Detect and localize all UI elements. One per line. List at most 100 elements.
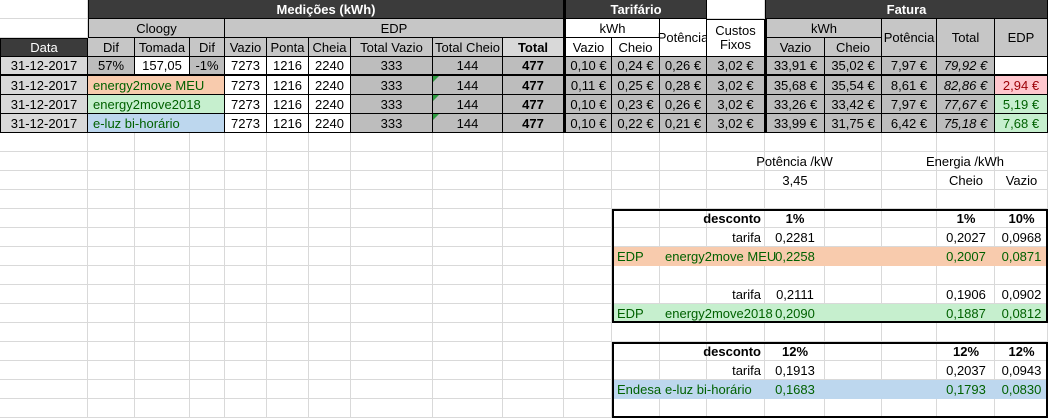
cell-tarifa-vazio[interactable]: 0,10 € [564, 114, 612, 133]
empty-cell[interactable] [882, 209, 937, 228]
cell-dif-2[interactable]: -1% [190, 57, 225, 76]
empty-cell[interactable] [564, 342, 612, 361]
empty-cell[interactable] [225, 304, 267, 323]
empty-cell[interactable] [0, 152, 88, 171]
cell-total-vazio[interactable]: 333 [351, 57, 433, 76]
cell-edp-diff[interactable] [995, 57, 1048, 76]
header-cloogy[interactable]: Cloogy [88, 19, 225, 38]
empty-cell[interactable] [825, 323, 882, 342]
header-total-cheio[interactable]: Total Cheio [433, 38, 503, 57]
empty-cell[interactable] [351, 171, 433, 190]
empty-cell[interactable] [190, 399, 225, 418]
rate-offer-potencia[interactable]: 0,1683 [765, 380, 825, 399]
cell-cheia[interactable]: 2240 [309, 76, 351, 95]
empty-cell[interactable] [0, 342, 88, 361]
cell-vazio[interactable]: 7273 [225, 114, 267, 133]
rate-desconto-potencia[interactable]: 1% [765, 209, 825, 228]
rate-energia-kwh-label[interactable]: Energia /kWh [882, 152, 1048, 171]
empty-cell[interactable] [135, 399, 190, 418]
cell-cheia[interactable]: 2240 [309, 114, 351, 133]
empty-cell[interactable] [503, 266, 564, 285]
rate-offer-vazio[interactable]: 0,0830 [995, 380, 1048, 399]
empty-cell[interactable] [660, 152, 707, 171]
empty-cell[interactable] [309, 342, 351, 361]
empty-cell[interactable] [267, 399, 309, 418]
rate-offer-name[interactable]: energy2move MEU [660, 247, 765, 266]
empty-cell[interactable] [225, 247, 267, 266]
rate-desconto-vazio[interactable]: 12% [995, 342, 1048, 361]
cell-total-vazio[interactable]: 333 [351, 76, 433, 95]
empty-cell[interactable] [707, 0, 765, 19]
empty-cell[interactable] [825, 209, 882, 228]
empty-cell[interactable] [433, 228, 503, 247]
empty-cell[interactable] [225, 228, 267, 247]
empty-cell[interactable] [0, 304, 88, 323]
empty-cell[interactable] [612, 209, 660, 228]
empty-cell[interactable] [564, 266, 612, 285]
empty-cell[interactable] [707, 323, 765, 342]
cell-edp-diff[interactable]: 2,94 € [995, 76, 1048, 95]
empty-cell[interactable] [503, 209, 564, 228]
header-cheio-fatura[interactable]: Cheio [825, 38, 882, 57]
empty-cell[interactable] [0, 323, 88, 342]
empty-cell[interactable] [612, 228, 660, 247]
cell-tariff-name[interactable]: energy2move2018 [88, 95, 225, 114]
empty-cell[interactable] [135, 228, 190, 247]
empty-cell[interactable] [225, 361, 267, 380]
cell-total[interactable]: 477 [503, 95, 564, 114]
empty-cell[interactable] [309, 228, 351, 247]
cell-tariff-name[interactable]: e-luz bi-horário [88, 114, 225, 133]
empty-cell[interactable] [882, 342, 937, 361]
cell-fatura-cheio[interactable]: 35,54 € [825, 76, 882, 95]
cell-tarifa-vazio[interactable]: 0,10 € [564, 95, 612, 114]
empty-cell[interactable] [267, 304, 309, 323]
empty-cell[interactable] [309, 190, 351, 209]
empty-cell[interactable] [564, 190, 612, 209]
empty-cell[interactable] [88, 190, 135, 209]
empty-cell[interactable] [267, 209, 309, 228]
header-edp-meter[interactable]: EDP [225, 19, 564, 38]
empty-cell[interactable] [88, 342, 135, 361]
empty-cell[interactable] [882, 228, 937, 247]
cell-tarifa-potencia[interactable]: 0,26 € [660, 95, 707, 114]
cell-total-cheio[interactable]: 144 [433, 114, 503, 133]
empty-cell[interactable] [351, 285, 433, 304]
empty-cell[interactable] [267, 266, 309, 285]
cell-total[interactable]: 477 [503, 114, 564, 133]
header-dif[interactable]: Dif [88, 38, 135, 57]
empty-cell[interactable] [612, 361, 660, 380]
empty-cell[interactable] [225, 342, 267, 361]
rate-supplier[interactable]: EDP [612, 304, 660, 323]
empty-cell[interactable] [564, 133, 612, 152]
header-tomada[interactable]: Tomada [135, 38, 190, 57]
cell-custos-fixos[interactable]: 3,02 € [707, 114, 765, 133]
cell-date[interactable]: 31-12-2017 [0, 76, 88, 95]
empty-cell[interactable] [433, 247, 503, 266]
empty-cell[interactable] [88, 152, 135, 171]
empty-cell[interactable] [564, 247, 612, 266]
cell-custos-fixos[interactable]: 3,02 € [707, 57, 765, 76]
empty-cell[interactable] [135, 247, 190, 266]
empty-cell[interactable] [309, 304, 351, 323]
rate-cheio-label[interactable]: Cheio [937, 171, 995, 190]
rate-offer-name[interactable]: energy2move2018 [660, 304, 765, 323]
empty-cell[interactable] [190, 361, 225, 380]
header-vazio[interactable]: Vazio [225, 38, 267, 57]
empty-cell[interactable] [190, 266, 225, 285]
empty-cell[interactable] [660, 361, 707, 380]
empty-cell[interactable] [190, 304, 225, 323]
empty-cell[interactable] [433, 342, 503, 361]
rate-tarifa-vazio[interactable]: 0,0943 [995, 361, 1048, 380]
header-kwh-tarifario[interactable]: kWh [564, 19, 660, 38]
empty-cell[interactable] [995, 133, 1048, 152]
empty-cell[interactable] [433, 171, 503, 190]
cell-fatura-vazio[interactable]: 33,91 € [765, 57, 825, 76]
empty-cell[interactable] [937, 133, 995, 152]
empty-cell[interactable] [309, 361, 351, 380]
empty-cell[interactable] [503, 399, 564, 418]
header-data[interactable]: Data [0, 38, 88, 57]
empty-cell[interactable] [707, 266, 765, 285]
rate-desconto-cheio[interactable]: 12% [937, 342, 995, 361]
empty-cell[interactable] [995, 266, 1048, 285]
cell-tariff-name[interactable]: energy2move MEU [88, 76, 225, 95]
